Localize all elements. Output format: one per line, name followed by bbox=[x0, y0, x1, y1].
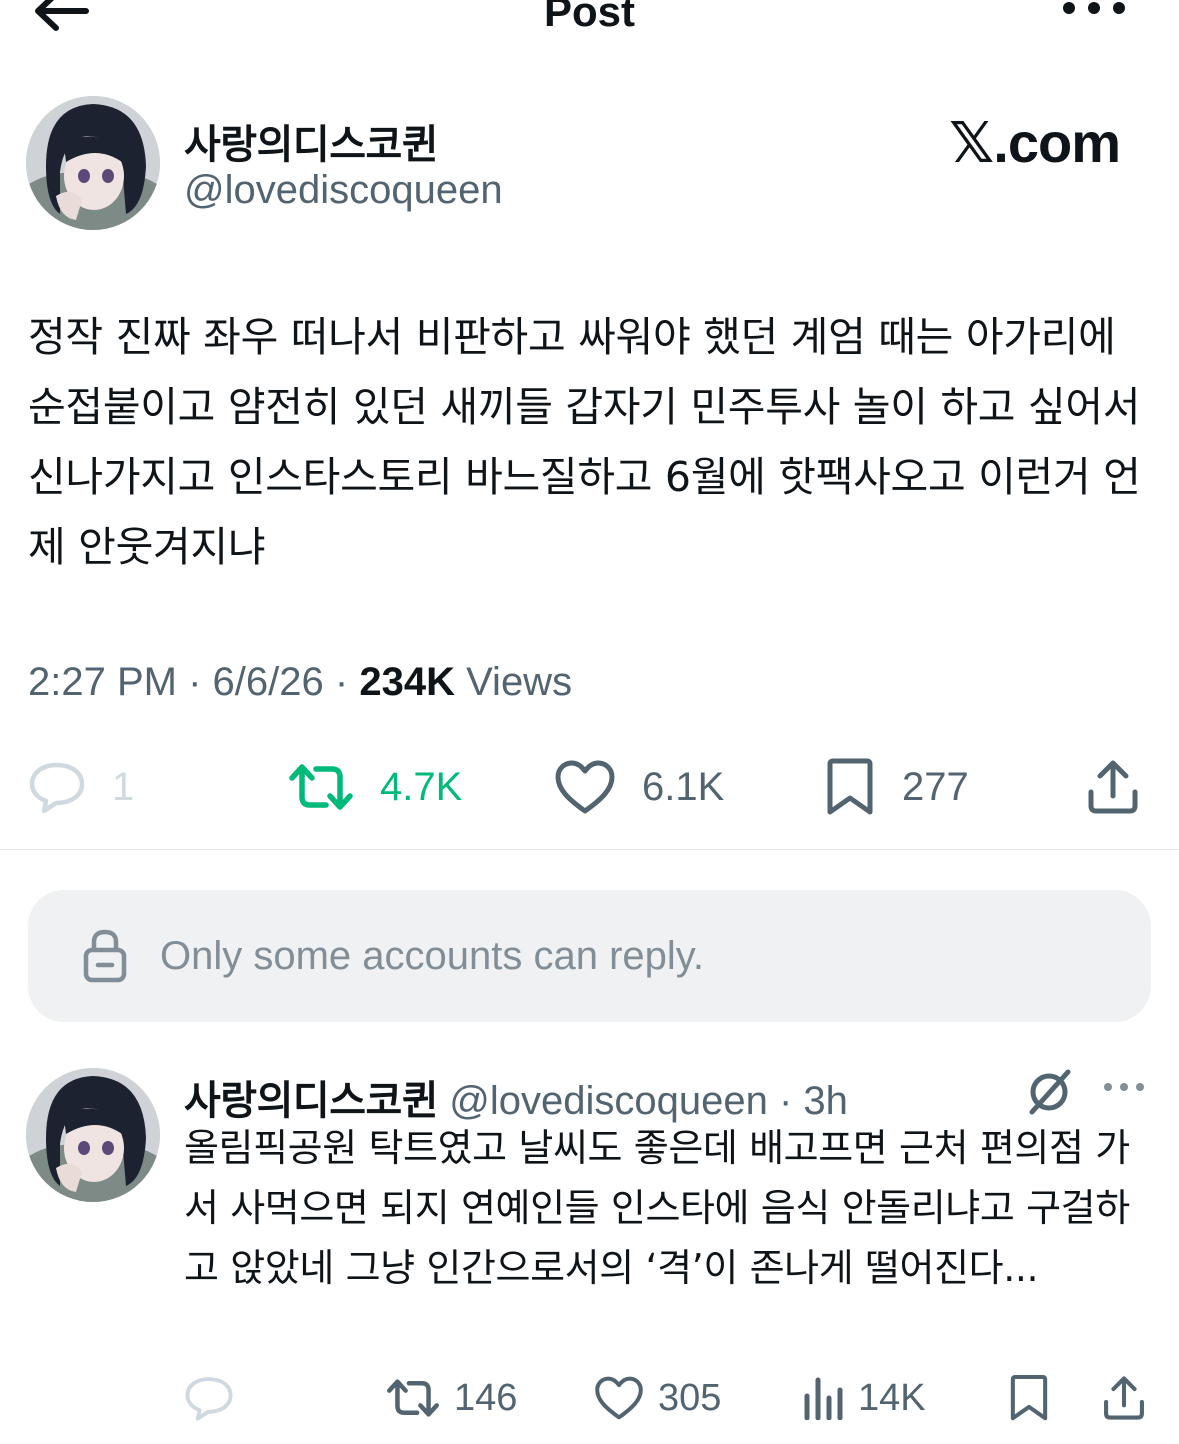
post-meta: 2:27 PM · 6/6/26 · 234K Views bbox=[28, 660, 572, 705]
author-handle[interactable]: @lovediscoqueen bbox=[184, 168, 503, 213]
reply-age[interactable]: 3h bbox=[803, 1079, 848, 1123]
more-horizontal-icon[interactable] bbox=[1102, 1080, 1146, 1094]
reply-actions: 146 305 14K bbox=[184, 1368, 1164, 1428]
like-count: 305 bbox=[658, 1376, 722, 1419]
page-title: Post bbox=[543, 0, 635, 35]
heart-icon bbox=[595, 1376, 643, 1420]
avatar[interactable] bbox=[26, 96, 160, 230]
x-logo: 𝕏.com bbox=[949, 111, 1121, 174]
bookmark-button[interactable] bbox=[1008, 1368, 1064, 1428]
reply-icon bbox=[185, 1377, 233, 1421]
reply-button[interactable]: 1 bbox=[28, 755, 134, 819]
reply-restriction-text: Only some accounts can reply. bbox=[160, 934, 704, 978]
reply-author-handle[interactable]: @lovediscoqueen bbox=[449, 1079, 768, 1123]
lock-icon bbox=[83, 929, 127, 983]
bar-chart-icon bbox=[804, 1377, 843, 1420]
bookmark-count: 277 bbox=[902, 764, 969, 809]
repost-count: 146 bbox=[454, 1376, 518, 1419]
reply-post[interactable]: 사랑의디스코퀸 @lovediscoqueen · 3h 올림픽공원 탁트였고 … bbox=[26, 1068, 1166, 1444]
share-button[interactable] bbox=[1102, 1368, 1160, 1428]
views-count: 14K bbox=[858, 1376, 926, 1419]
post-date[interactable]: 6/6/26 bbox=[213, 660, 324, 704]
more-button[interactable] bbox=[1059, 0, 1129, 26]
reply-icon bbox=[29, 762, 85, 813]
heart-icon bbox=[555, 760, 615, 814]
post-author: 사랑의디스코퀸 @lovediscoqueen 𝕏.com bbox=[26, 96, 1156, 236]
like-count: 6.1K bbox=[642, 764, 725, 809]
share-icon bbox=[1088, 760, 1138, 814]
repost-button[interactable]: 4.7K bbox=[288, 755, 462, 819]
repost-icon bbox=[387, 1379, 439, 1417]
more-horizontal-icon bbox=[1063, 2, 1125, 14]
views-count[interactable]: 234K bbox=[359, 660, 455, 704]
reply-button[interactable] bbox=[184, 1368, 248, 1428]
divider bbox=[0, 849, 1179, 850]
meta-separator: · bbox=[188, 660, 202, 704]
post-time[interactable]: 2:27 PM bbox=[28, 660, 177, 704]
repost-count: 4.7K bbox=[380, 764, 463, 809]
like-button[interactable]: 305 bbox=[594, 1368, 721, 1428]
bookmark-icon bbox=[1010, 1374, 1048, 1421]
avatar[interactable] bbox=[26, 1068, 160, 1202]
author-name[interactable]: 사랑의디스코퀸 bbox=[184, 112, 439, 170]
reply-text: 올림픽공원 탁트였고 날씨도 좋은데 배고프면 근처 편의점 가서 사먹으면 되… bbox=[184, 1126, 1130, 1290]
views-button[interactable]: 14K bbox=[802, 1368, 926, 1428]
post-text: 정작 진짜 좌우 떠나서 비판하고 싸워야 했던 계엄 때는 아가리에 순접붙이… bbox=[28, 313, 1141, 571]
share-icon bbox=[1104, 1376, 1144, 1420]
meta-separator: · bbox=[778, 1079, 793, 1123]
reply-count: 1 bbox=[112, 764, 135, 809]
top-bar: Post bbox=[0, 0, 1179, 40]
post-actions: 1 4.7K 6.1K 277 bbox=[28, 755, 1158, 819]
meta-separator: · bbox=[334, 660, 349, 704]
bookmark-button[interactable]: 277 bbox=[824, 755, 969, 819]
grok-icon[interactable] bbox=[1024, 1068, 1074, 1116]
like-button[interactable]: 6.1K bbox=[554, 755, 724, 819]
views-label: Views bbox=[466, 660, 573, 704]
reply-restriction-banner: Only some accounts can reply. bbox=[28, 890, 1151, 1022]
repost-icon bbox=[289, 764, 353, 810]
repost-button[interactable]: 146 bbox=[386, 1368, 517, 1428]
bookmark-icon bbox=[827, 758, 873, 815]
share-button[interactable] bbox=[1086, 755, 1166, 819]
